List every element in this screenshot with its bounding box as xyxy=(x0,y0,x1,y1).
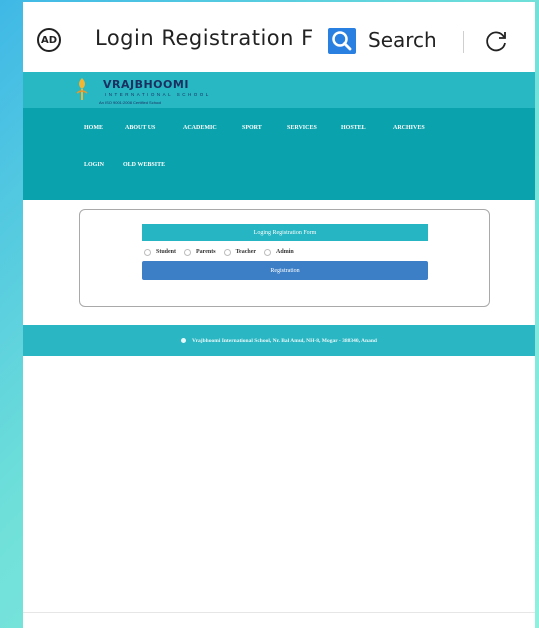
radio-parents[interactable] xyxy=(184,248,192,256)
toolbar-divider xyxy=(463,31,464,53)
nav-sport[interactable]: SPORT xyxy=(242,125,262,131)
site-header: VRAJBHOOMI INTERNATIONAL SCHOOL An ISO 9… xyxy=(23,72,535,200)
browser-toolbar: AD Login Registration F Search xyxy=(23,2,535,72)
role-student[interactable]: Student xyxy=(142,248,177,256)
nav-archives[interactable]: ARCHIVES xyxy=(393,125,425,131)
registration-button[interactable]: Registration xyxy=(142,261,428,280)
logo-subtitle: INTERNATIONAL SCHOOL xyxy=(105,92,211,97)
refresh-icon[interactable] xyxy=(483,28,509,54)
location-icon xyxy=(181,338,187,343)
nav-login[interactable]: LOGIN xyxy=(84,162,104,168)
school-logo-icon[interactable] xyxy=(75,77,89,101)
radio-admin[interactable] xyxy=(264,248,272,256)
search-label[interactable]: Search xyxy=(368,28,437,52)
nav-old-website[interactable]: OLD WEBSITE xyxy=(123,162,165,168)
footer-address: Vrajbhoomi International School, Nr. Bal… xyxy=(192,337,377,344)
role-label: Parents xyxy=(196,249,216,255)
nav-services[interactable]: SERVICES xyxy=(287,125,317,131)
role-radio-group: Student Parents Teacher Admin xyxy=(142,246,428,258)
role-admin[interactable]: Admin xyxy=(262,248,294,256)
form-title: Loging Registration Form xyxy=(142,224,428,241)
role-label: Teacher xyxy=(235,249,257,255)
nav-about-us[interactable]: ABOUT US xyxy=(125,125,155,131)
search-button[interactable] xyxy=(328,28,356,54)
role-label: Admin xyxy=(276,249,294,255)
ad-block-icon[interactable]: AD xyxy=(37,28,61,52)
radio-student[interactable] xyxy=(144,248,151,256)
logo-band: VRAJBHOOMI INTERNATIONAL SCHOOL An ISO 9… xyxy=(23,72,535,108)
bottom-divider xyxy=(23,612,535,613)
page: AD Login Registration F Search VRAJBHOOM… xyxy=(23,2,535,628)
page-title: Login Registration F xyxy=(95,26,314,50)
role-parents[interactable]: Parents xyxy=(182,248,216,256)
role-label: Student xyxy=(156,249,177,255)
site-footer: Vrajbhoomi International School, Nr. Bal… xyxy=(23,325,535,356)
logo-tagline: An ISO 9001:2008 Certified School xyxy=(99,100,162,105)
role-teacher[interactable]: Teacher xyxy=(222,248,257,256)
main-nav: HOME ABOUT US ACADEMIC SPORT SERVICES HO… xyxy=(23,108,535,200)
nav-hostel[interactable]: HOSTEL xyxy=(341,125,366,131)
search-icon xyxy=(332,31,352,51)
nav-academic[interactable]: ACADEMIC xyxy=(183,125,217,131)
registration-card: Loging Registration Form Student Parents… xyxy=(79,209,490,307)
logo-name[interactable]: VRAJBHOOMI xyxy=(103,78,189,91)
nav-home[interactable]: HOME xyxy=(84,125,103,131)
radio-teacher[interactable] xyxy=(223,248,231,256)
